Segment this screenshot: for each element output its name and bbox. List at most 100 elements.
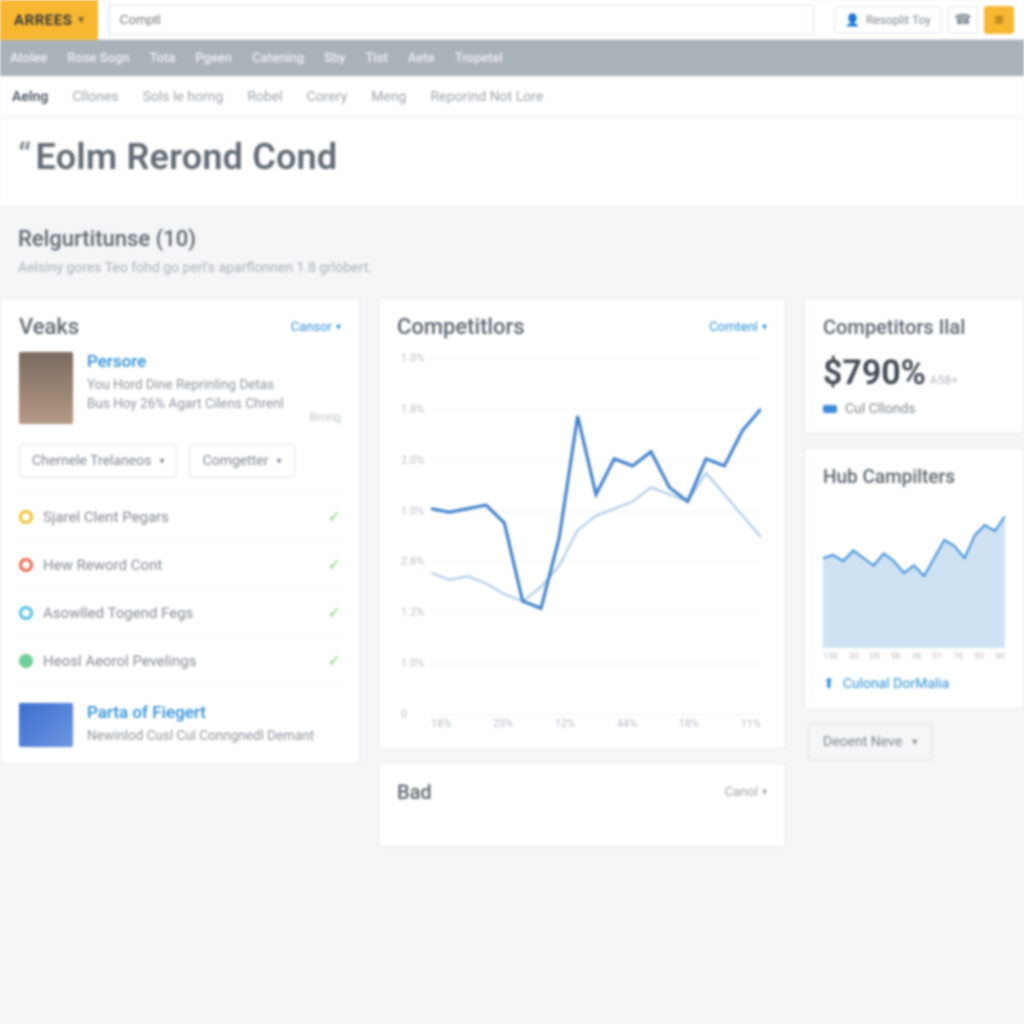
section-header: Relgurtitunse (10) Aelsiny gores Teo foh… — [0, 207, 1024, 282]
nav-item[interactable]: Sby — [324, 51, 345, 66]
veaks-list: Sjarel Clent Pegars ✓ Hew Reword Cont ✓ … — [19, 492, 341, 685]
middle-column: Competitlors Comtenl ▾ 1.0%1.8%2.0%1.0%2… — [378, 298, 786, 847]
chevron-down-icon: ▾ — [762, 322, 767, 333]
select-label: Chernele Trelaneos — [32, 453, 151, 469]
nav-item[interactable]: Tist — [366, 51, 388, 66]
nav-item[interactable]: Atolee — [10, 51, 47, 66]
left-column: Veaks Cansor ▾ Persore You Hord Dine Rep… — [0, 298, 360, 847]
topbar-actions: 👤 Resoplit Toy ☎ ≡ — [824, 6, 1024, 34]
status-dot-icon — [19, 510, 33, 524]
stat-value: $790% — [823, 353, 926, 393]
chevron-down-icon: ▾ — [912, 737, 917, 748]
hub-chart — [823, 498, 1005, 648]
nav-item[interactable]: Catening — [252, 51, 304, 66]
select-competitor[interactable]: Comgetter ▾ — [189, 444, 294, 478]
nav-item[interactable]: Rose Sogn — [67, 51, 129, 66]
chevron-down-icon: ▾ — [159, 456, 164, 467]
chevron-down-icon: ▾ — [78, 13, 84, 26]
tab-item[interactable]: Reporind Not Lore — [431, 89, 544, 105]
competitors-action[interactable]: Comtenl ▾ — [709, 320, 767, 335]
chevron-down-icon: ▾ — [276, 456, 281, 467]
search-input[interactable] — [108, 5, 814, 35]
hub-card: Hub Campilters 1503005983601765090 ⬆ Cul… — [804, 448, 1024, 709]
ilal-title: Competitors Ilal — [823, 315, 1005, 339]
list-item-label: Hew Reword Cont — [43, 556, 162, 574]
avatar — [19, 352, 73, 424]
nav-item[interactable]: Tropetel — [455, 51, 503, 66]
competitors-ilal-card: Competitors Ilal $790% A58+ Cul Cllonds — [804, 298, 1024, 434]
legend-row: Cul Cllonds — [823, 401, 1005, 417]
user-icon: 👤 — [845, 13, 860, 27]
nav-item[interactable]: Aete — [408, 51, 435, 66]
competitors-title: Competitlors — [397, 315, 525, 340]
right-dropdown[interactable]: Deoent Neve ▾ — [808, 723, 932, 761]
stat-sub: A58+ — [930, 373, 958, 387]
section-subtitle: Aelsiny gores Teo fohd go perl's aparflo… — [18, 260, 1006, 276]
check-icon: ✓ — [328, 651, 341, 670]
tab-item[interactable]: Meng — [371, 89, 406, 105]
user-chip-label: Resoplit Toy — [866, 13, 931, 27]
tab-item[interactable]: Cllones — [72, 89, 118, 105]
veaks-card: Veaks Cansor ▾ Persore You Hord Dine Rep… — [0, 298, 360, 764]
hub-callout-label: Culonal DorMalia — [843, 676, 950, 692]
select-chernele[interactable]: Chernele Trelaneos ▾ — [19, 444, 177, 478]
status-dot-icon — [19, 606, 33, 620]
veaks-action-label: Cansor — [291, 320, 332, 335]
hub-x-labels: 1503005983601765090 — [823, 652, 1005, 662]
competitors-action-label: Comtenl — [709, 320, 758, 335]
nav-item[interactable]: Pgeen — [195, 51, 232, 66]
check-icon: ✓ — [328, 555, 341, 574]
tab-item[interactable]: Aelng — [12, 89, 48, 105]
right-column: Competitors Ilal $790% A58+ Cul Cllonds H… — [804, 298, 1024, 847]
list-item[interactable]: Asowlled Togend Fegs ✓ — [19, 589, 341, 637]
person-desc: Newinlod Cusl Cul Conngnedl Demant — [87, 727, 314, 746]
menu-icon-button[interactable]: ≡ — [984, 6, 1014, 34]
tab-item[interactable]: Corery — [307, 89, 348, 105]
page-header: “Eolm Rerond Cond — [0, 118, 1024, 207]
logo-text: ARREES — [14, 11, 72, 29]
quote-icon: “ — [18, 136, 32, 176]
check-icon: ✓ — [328, 603, 341, 622]
sub-nav: Aelng Cllones Sols le horng Robel Corery… — [0, 76, 1024, 118]
hub-title: Hub Campilters — [823, 465, 1005, 488]
arrow-up-icon: ⬆ — [823, 676, 835, 692]
page-title-text: Eolm Rerond Cond — [36, 136, 338, 178]
competitors-card: Competitlors Comtenl ▾ 1.0%1.8%2.0%1.0%2… — [378, 298, 786, 749]
tab-item[interactable]: Sols le horng — [143, 89, 224, 105]
bad-action[interactable]: Canol ▾ — [725, 785, 767, 800]
list-item[interactable]: Hew Reword Cont ✓ — [19, 541, 341, 589]
search-wrap — [98, 1, 824, 39]
chevron-down-icon: ▾ — [762, 787, 767, 798]
avatar — [19, 703, 73, 747]
person-name[interactable]: Persore — [87, 352, 295, 372]
veaks-title: Veaks — [19, 315, 79, 340]
logo[interactable]: ARREES ▾ — [0, 0, 98, 40]
section-title: Relgurtitunse (10) — [18, 227, 1006, 252]
topbar: ARREES ▾ 👤 Resoplit Toy ☎ ≡ — [0, 0, 1024, 40]
person-name[interactable]: Parta of Fiegert — [87, 703, 314, 723]
person-meta: Brong — [309, 410, 341, 424]
tab-item[interactable]: Robel — [247, 89, 282, 105]
legend-swatch-icon — [823, 405, 837, 413]
hub-callout[interactable]: ⬆ Culonal DorMalia — [823, 676, 1005, 692]
phone-icon-button[interactable]: ☎ — [948, 6, 978, 34]
list-item-label: Asowlled Togend Fegs — [43, 604, 193, 622]
check-icon: ✓ — [328, 507, 341, 526]
legend-label: Cul Cllonds — [845, 401, 915, 417]
user-chip[interactable]: 👤 Resoplit Toy — [834, 6, 942, 34]
list-item[interactable]: Sjarel Clent Pegars ✓ — [19, 493, 341, 541]
list-item[interactable]: Heosl Aeorol Pevelings ✓ — [19, 637, 341, 685]
list-item-label: Sjarel Clent Pegars — [43, 508, 169, 526]
competitors-chart: 1.0%1.8%2.0%1.0%2.6%1.2%1.0%0 18%25%12%4… — [397, 352, 767, 732]
status-dot-icon — [19, 558, 33, 572]
list-item-label: Heosl Aeorol Pevelings — [43, 652, 197, 670]
dropdown-label: Deoent Neve — [823, 734, 902, 750]
nav-item[interactable]: Tota — [150, 51, 176, 66]
bad-title: Bad — [397, 780, 432, 804]
person-row[interactable]: Persore You Hord Dine Reprinling Detas B… — [19, 352, 341, 424]
veaks-action[interactable]: Cansor ▾ — [291, 320, 341, 335]
person-row[interactable]: Parta of Fiegert Newinlod Cusl Cul Conng… — [19, 685, 341, 747]
page-title: “Eolm Rerond Cond — [18, 136, 1006, 178]
status-dot-icon — [19, 654, 33, 668]
person-desc: You Hord Dine Reprinling Detas Bus Hoy 2… — [87, 376, 295, 414]
